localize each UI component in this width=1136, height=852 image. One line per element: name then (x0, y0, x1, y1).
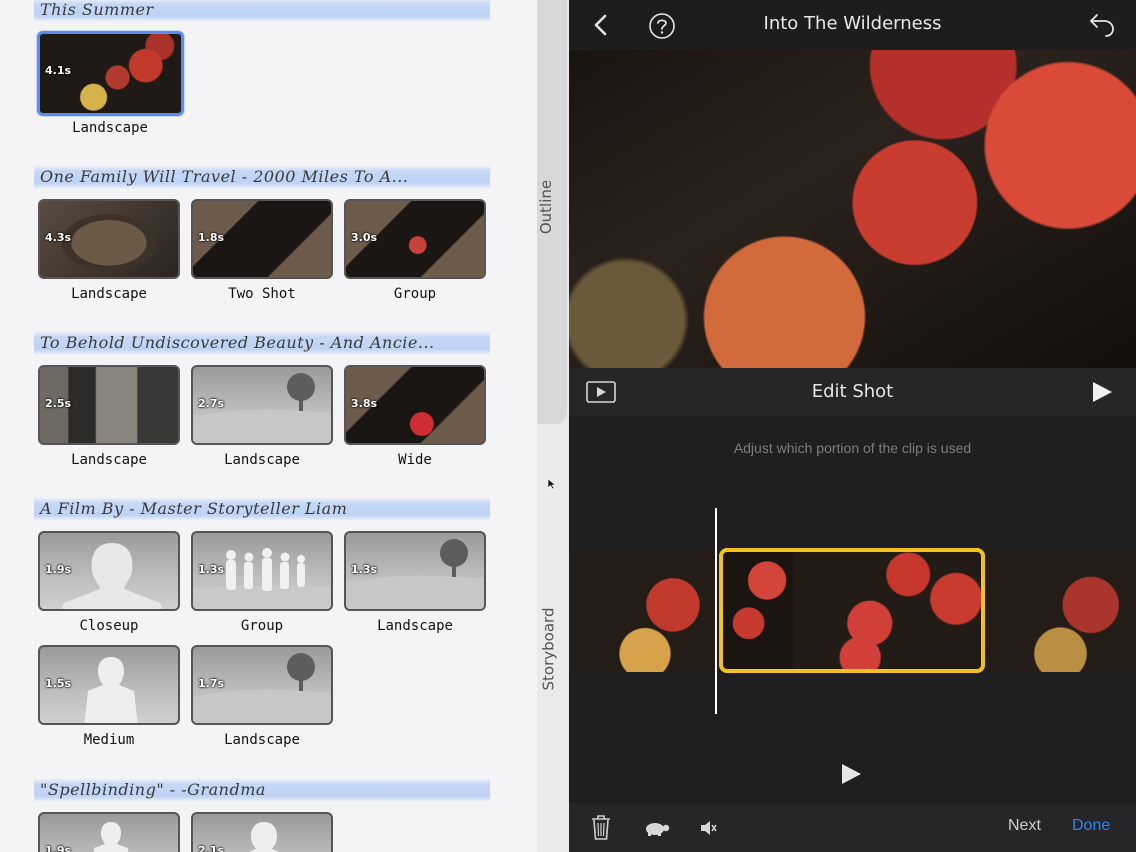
shot-thumbnail[interactable]: 2.1s (191, 812, 333, 852)
trash-icon[interactable] (590, 814, 612, 841)
clip-selection-frame[interactable] (719, 548, 985, 673)
shot-thumbnail[interactable]: 1.3s (191, 531, 333, 611)
mute-icon[interactable] (698, 818, 718, 838)
shot-thumbnail[interactable]: 4.3s (38, 199, 180, 279)
tab-outline[interactable]: Outline (537, 0, 567, 424)
shot-thumbnail[interactable]: 1.5s (38, 645, 180, 725)
filmstrip-frame (985, 550, 1136, 672)
shot-duration: 1.3s (351, 563, 378, 576)
shot-thumbnail[interactable]: 1.9s (38, 812, 180, 852)
shot-label: Wide (398, 452, 432, 468)
shot-label: Landscape (71, 286, 147, 302)
shot-duration: 1.3s (198, 563, 225, 576)
shot-label: Two Shot (228, 286, 296, 302)
shot-label: Landscape (224, 732, 300, 748)
shot-thumbnail[interactable]: 2.5s (38, 365, 180, 445)
trim-hint: Adjust which portion of the clip is used (733, 440, 972, 456)
shot-duration: 1.7s (198, 677, 225, 690)
shot-duration: 4.1s (45, 64, 72, 77)
edit-shot-title: Edit Shot (811, 381, 894, 402)
shot-thumbnail[interactable]: 1.7s (191, 645, 333, 725)
section-title[interactable]: To Behold Undiscovered Beauty - And Anci… (34, 331, 490, 355)
bottom-toolbar: Next Done (569, 803, 1136, 852)
storyboard-panel: This Summer 4.1s Landscape One Family Wi… (0, 0, 537, 852)
shot-thumbnail[interactable]: 3.8s (344, 365, 486, 445)
shot-thumbnail[interactable]: 1.8s (191, 199, 333, 279)
tab-storyboard-label: Storyboard (539, 607, 558, 691)
shot-duration: 3.8s (351, 397, 378, 410)
shot-label: Landscape (377, 618, 453, 634)
shot-thumbnail[interactable]: 4.1s (37, 31, 184, 116)
cursor-icon (547, 478, 557, 490)
shot-duration: 2.7s (198, 397, 225, 410)
shot-duration: 1.5s (45, 677, 72, 690)
done-button[interactable]: Done (1072, 817, 1110, 835)
shot-label: Group (393, 286, 437, 302)
tab-storyboard[interactable]: Storyboard (537, 430, 567, 852)
shot-label: Landscape (72, 120, 148, 136)
undo-icon[interactable] (1088, 11, 1118, 39)
shot-thumbnail[interactable]: 1.9s (38, 531, 180, 611)
shot-label: Landscape (71, 452, 147, 468)
section-title[interactable]: This Summer (34, 0, 490, 22)
shot-duration: 2.5s (45, 397, 72, 410)
playhead[interactable] (715, 508, 717, 714)
shot-duration: 2.1s (198, 844, 225, 852)
turtle-speed-icon[interactable] (643, 819, 671, 837)
section-title[interactable]: One Family Will Travel - 2000 Miles To A… (34, 165, 490, 189)
shot-label: Group (240, 618, 284, 634)
video-preview[interactable] (569, 50, 1136, 368)
shot-thumbnail[interactable]: 3.0s (344, 199, 486, 279)
project-title: Into The Wilderness (763, 13, 942, 34)
shot-label: Landscape (224, 452, 300, 468)
top-bar: Into The Wilderness (569, 0, 1136, 50)
shot-duration: 1.9s (45, 563, 72, 576)
shot-duration: 1.9s (45, 844, 72, 852)
next-button[interactable]: Next (1008, 817, 1041, 835)
filmstrip-frame (575, 550, 715, 672)
shot-label: Closeup (79, 618, 139, 634)
play-clip-icon[interactable] (840, 763, 862, 785)
tab-outline-label: Outline (537, 179, 556, 235)
shot-duration: 3.0s (351, 231, 378, 244)
shot-duration: 1.8s (198, 231, 225, 244)
shot-thumbnail[interactable]: 2.7s (191, 365, 333, 445)
shot-thumbnail[interactable]: 1.3s (344, 531, 486, 611)
play-icon[interactable] (1090, 380, 1114, 404)
shot-duration: 4.3s (45, 231, 72, 244)
editor-panel: Into The Wilderness Edit Shot Adjust whi… (569, 0, 1136, 852)
shot-label: Medium (83, 732, 135, 748)
edit-shot-bar: Edit Shot (569, 368, 1136, 416)
section-title[interactable]: "Spellbinding" - -Grandma (34, 778, 490, 802)
section-title[interactable]: A Film By - Master Storyteller Liam (34, 497, 490, 521)
